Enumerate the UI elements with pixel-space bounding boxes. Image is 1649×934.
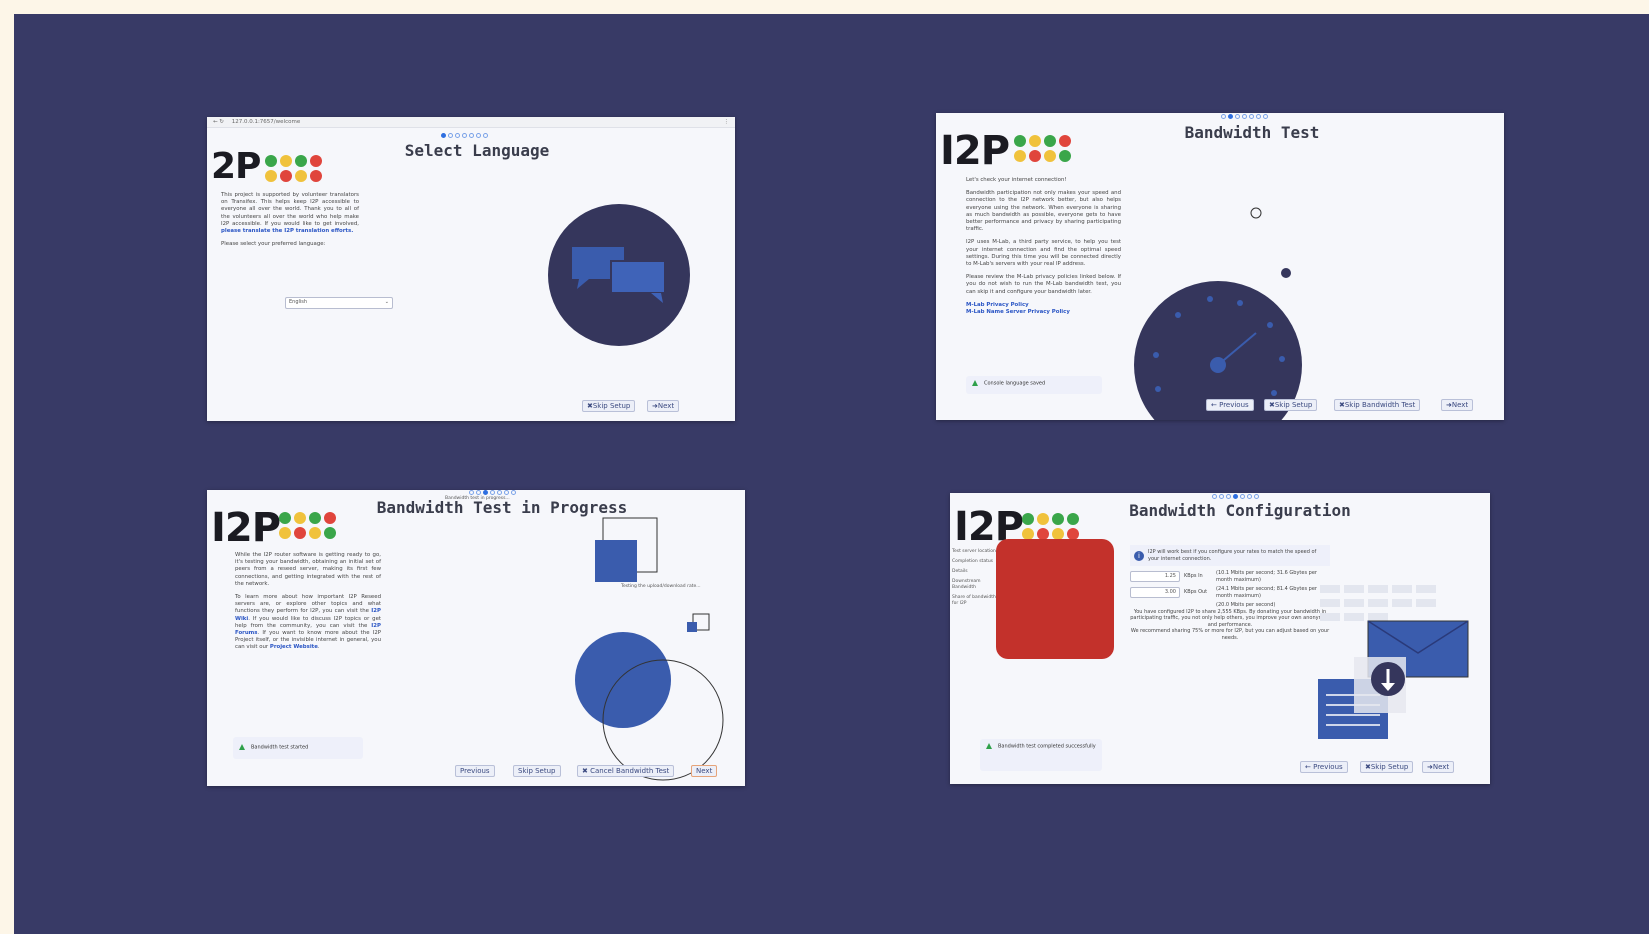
bandwidth-config-screenshot: I2P Bandwidth Configuration Test server … — [950, 493, 1490, 784]
select-language-screenshot: ← ↻ 127.0.0.1:7657/welcome ⋮ 2P Select L… — [207, 117, 735, 421]
bandwidth-progress-screenshot: Bandwidth test in progress... I2P Bandwi… — [207, 490, 745, 786]
logo-dots — [1014, 135, 1071, 162]
mlab-paragraph: I2P uses M-Lab, a third party service, t… — [966, 239, 1121, 268]
notice-text: Bandwidth test completed successfully — [998, 743, 1096, 750]
skip-bandwidth-test-button[interactable]: ✖Skip Bandwidth Test — [1334, 399, 1421, 411]
bandwidth-out-input[interactable]: 3.00 — [1130, 587, 1180, 598]
skip-setup-button[interactable]: ✖Skip Setup — [582, 400, 636, 412]
browser-menu-icon[interactable]: ⋮ — [724, 119, 730, 125]
in-row: 1.25 KBps In (10.1 Mbits per second; 31.… — [1130, 570, 1330, 583]
progress-paragraph: While the I2P router software is getting… — [235, 552, 381, 587]
label-downstream: Downstream Bandwidth — [952, 579, 981, 590]
skip-setup-button[interactable]: Skip Setup — [513, 765, 561, 777]
intro-text: Let's check your internet connection! Ba… — [966, 177, 1121, 316]
label-share: Share of bandwidth for I2P — [952, 595, 996, 606]
privacy-paragraph: Please review the M-Lab privacy policies… — [966, 274, 1121, 295]
step-indicator — [1221, 114, 1268, 119]
label-details: Details — [952, 569, 968, 574]
logo-text: I2P — [211, 505, 281, 551]
browser-url-bar[interactable]: ← ↻ 127.0.0.1:7657/welcome ⋮ — [207, 117, 735, 128]
status-notice: Bandwidth test completed successfully — [980, 739, 1102, 771]
logo-dots — [1022, 513, 1079, 540]
info-text: I2P will work best if you configure your… — [1148, 549, 1317, 562]
chat-bubbles-illustration — [548, 204, 690, 346]
skip-setup-button[interactable]: ✖Skip Setup — [1264, 399, 1318, 411]
translate-link[interactable]: please translate the I2P translation eff… — [221, 228, 353, 234]
info-box: i I2P will work best if you configure yo… — [1130, 545, 1330, 566]
logo-dots — [265, 155, 322, 182]
language-select-value: English — [289, 299, 308, 305]
cancel-bandwidth-test-button[interactable]: ✖ Cancel Bandwidth Test — [577, 765, 675, 777]
status-notice: Bandwidth test started — [233, 737, 363, 759]
previous-button[interactable]: Previous — [455, 765, 495, 777]
test-results-labels: Test server location Completion status D… — [952, 549, 996, 607]
next-button[interactable]: ➜Next — [647, 400, 680, 412]
i2p-logo: I2P — [211, 505, 281, 551]
info-icon: i — [1134, 551, 1144, 561]
page-title: Bandwidth Configuration — [1129, 501, 1351, 520]
chevron-down-icon: ⌄ — [384, 299, 389, 305]
bandwidth-in-input[interactable]: 1.25 — [1130, 571, 1180, 582]
summary-text: You have configured I2P to share 2,555 K… — [1130, 608, 1330, 628]
step-indicator — [469, 490, 516, 495]
intro-text: While the I2P router software is getting… — [235, 552, 381, 658]
out-row: 3.00 KBps Out (24.1 Mbits per second; 81… — [1130, 586, 1330, 599]
notice-text: Console language saved — [984, 380, 1046, 387]
skip-setup-button[interactable]: ✖Skip Setup — [1360, 761, 1414, 773]
step-indicator — [441, 133, 488, 138]
intro-line: Let's check your internet connection! — [966, 177, 1067, 183]
red-block-illustration — [996, 539, 1114, 659]
logo-dots — [279, 512, 336, 539]
url-text[interactable]: 127.0.0.1:7657/welcome — [232, 119, 300, 125]
download-illustration — [1318, 585, 1469, 739]
logo-text: 2P — [211, 146, 261, 187]
next-button[interactable]: ➜Next — [1422, 761, 1455, 773]
page-title: Select Language — [404, 141, 550, 160]
out-unit: KBps Out — [1184, 589, 1208, 596]
language-prompt: Please select your preferred language: — [221, 241, 326, 248]
learn-more-paragraph: To learn more about how important I2P Re… — [235, 594, 381, 651]
in-unit: KBps In — [1184, 573, 1203, 580]
i2p-logo: I2P — [940, 128, 1010, 174]
intro-text: This project is supported by volunteer t… — [221, 192, 359, 254]
reload-icon[interactable]: ↻ — [219, 119, 224, 125]
i2p-logo: 2P — [211, 146, 261, 187]
logo-text: I2P — [940, 128, 1010, 174]
label-status: Completion status — [952, 559, 994, 564]
notice-text: Bandwidth test started — [251, 744, 309, 751]
slide-board: ← ↻ 127.0.0.1:7657/welcome ⋮ 2P Select L… — [14, 14, 1649, 934]
translators-paragraph: This project is supported by volunteer t… — [221, 192, 359, 227]
step-indicator — [1212, 494, 1259, 499]
previous-button[interactable]: ← Previous — [1206, 399, 1254, 411]
success-icon — [972, 380, 978, 386]
back-icon[interactable]: ← — [213, 119, 218, 125]
bandwidth-test-screenshot: I2P Bandwidth Test Let's check your inte… — [936, 113, 1504, 420]
label-server: Test server location — [952, 549, 996, 554]
previous-button[interactable]: ← Previous — [1300, 761, 1348, 773]
language-select[interactable]: English ⌄ — [285, 297, 393, 309]
status-notice: Console language saved — [966, 376, 1102, 394]
recommend-text: We recommend sharing 75% or more for I2P… — [1130, 628, 1330, 641]
success-icon — [239, 744, 245, 750]
project-website-link[interactable]: Project Website — [270, 644, 318, 650]
speedometer-illustration — [1134, 207, 1302, 420]
progress-shapes-illustration — [575, 517, 724, 781]
participation-paragraph: Bandwidth participation not only makes y… — [966, 190, 1121, 233]
chat-bubble-front — [610, 260, 666, 294]
mlab-privacy-link[interactable]: M-Lab Privacy Policy — [966, 302, 1121, 309]
config-form: i I2P will work best if you configure yo… — [1130, 545, 1330, 641]
mlab-ns-privacy-link[interactable]: M-Lab Name Server Privacy Policy — [966, 309, 1121, 316]
next-button[interactable]: ➜Next — [1441, 399, 1474, 411]
success-icon — [986, 743, 992, 749]
next-button[interactable]: Next — [691, 765, 718, 777]
page-title: Bandwidth Test — [1184, 123, 1320, 142]
